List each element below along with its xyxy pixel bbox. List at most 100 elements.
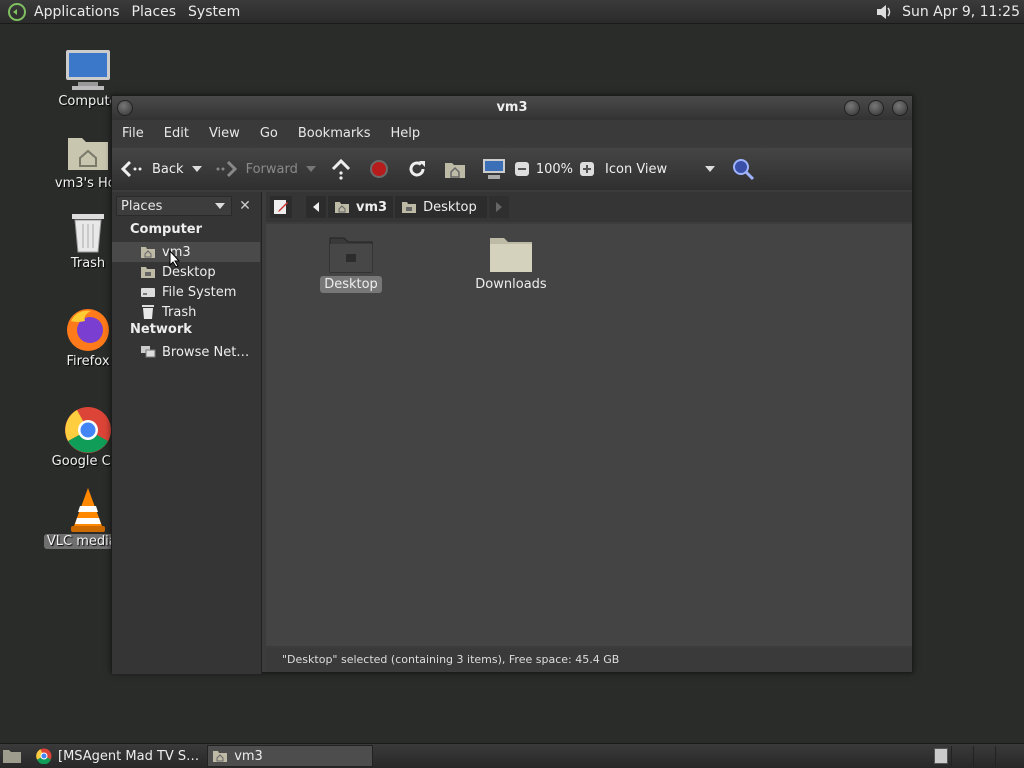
breadcrumb-desktop[interactable]: Desktop <box>395 196 487 218</box>
file-item-desktop[interactable]: Desktop <box>306 234 396 293</box>
sidebar-item-file-system[interactable]: File System <box>112 282 260 302</box>
sidebar-item-label: Trash <box>162 304 197 320</box>
desktop-folder-icon <box>401 200 417 214</box>
workspace-2[interactable] <box>952 746 974 766</box>
toolbar: Back Forward 100% Icon View <box>112 148 912 190</box>
file-item-label: Desktop <box>320 276 382 293</box>
sidebar-item-label: File System <box>162 284 237 300</box>
drive-icon <box>140 284 156 300</box>
chrome-icon <box>64 406 112 454</box>
view-mode-select[interactable]: Icon View <box>605 154 716 184</box>
workspace-1[interactable] <box>930 746 952 766</box>
zoom-out-button[interactable] <box>514 154 530 184</box>
menu-edit[interactable]: Edit <box>154 126 199 141</box>
file-item-downloads[interactable]: Downloads <box>466 234 556 293</box>
menu-go[interactable]: Go <box>250 126 288 141</box>
breadcrumb-label: Desktop <box>423 199 477 215</box>
side-section-network: Network <box>130 322 192 337</box>
desktop-folder-icon <box>306 234 396 274</box>
menu-view[interactable]: View <box>199 126 250 141</box>
taskbar-item-label: vm3 <box>234 748 263 764</box>
zoom-out-icon <box>514 161 530 177</box>
workspace-4[interactable] <box>996 746 1018 766</box>
taskbar-item-label: [MSAgent Mad TV S… <box>58 748 200 764</box>
menu-bookmarks[interactable]: Bookmarks <box>288 126 381 141</box>
sidebar-item-label: Browse Net… <box>162 344 250 360</box>
edit-icon <box>273 199 289 215</box>
file-item-label: Downloads <box>475 277 547 292</box>
file-view[interactable]: Desktop Downloads <box>266 224 912 646</box>
zoom-in-icon <box>579 161 595 177</box>
computer-icon <box>482 158 506 180</box>
system-menu[interactable]: System <box>188 4 240 20</box>
window-title: vm3 <box>496 100 528 115</box>
top-panel: Applications Places System Sun Apr 9, 11… <box>0 0 1024 24</box>
sidebar-item-trash[interactable]: Trash <box>112 302 260 322</box>
view-mode-label: Icon View <box>605 161 668 177</box>
desktop-folder-icon <box>140 264 156 280</box>
breadcrumb-scroll-right[interactable] <box>488 196 509 218</box>
speaker-icon[interactable] <box>874 2 894 22</box>
computer-button[interactable] <box>482 154 506 184</box>
mouse-pointer-icon <box>169 249 181 272</box>
firefox-icon <box>64 306 112 354</box>
home-button[interactable] <box>444 154 466 184</box>
sidebar-item-desktop[interactable]: Desktop <box>112 262 260 282</box>
zoom-level: 100% <box>535 161 574 177</box>
sidebar-item-browse-network[interactable]: Browse Net… <box>112 342 260 362</box>
trash-icon <box>64 208 112 256</box>
trash-icon <box>140 304 156 320</box>
file-manager-window: vm3 File Edit View Go Bookmarks Help Bac… <box>111 95 913 674</box>
applications-menu[interactable]: Applications <box>34 4 120 20</box>
breadcrumb-label: vm3 <box>356 199 388 215</box>
home-folder-icon <box>212 749 228 763</box>
computer-icon <box>64 46 112 94</box>
side-pane-selector-label: Places <box>121 198 163 214</box>
workspace-3[interactable] <box>974 746 996 766</box>
close-button[interactable] <box>892 100 908 116</box>
taskbar-item-chrome[interactable]: [MSAgent Mad TV S… <box>32 745 203 767</box>
reload-icon <box>406 158 428 180</box>
chevron-right-icon <box>495 202 503 212</box>
window-titlebar[interactable]: vm3 <box>112 96 912 120</box>
close-side-pane-button[interactable]: ✕ <box>235 196 255 216</box>
menu-help[interactable]: Help <box>380 126 430 141</box>
breadcrumb-vm3[interactable]: vm3 <box>328 196 394 218</box>
minimize-button[interactable] <box>844 100 860 116</box>
reload-button[interactable] <box>406 154 428 184</box>
forward-history-dropdown[interactable] <box>305 166 316 172</box>
arrow-up-icon <box>330 158 352 180</box>
search-icon <box>731 157 755 181</box>
window-menu-button[interactable] <box>117 100 133 116</box>
home-folder-icon <box>64 128 112 176</box>
back-history-dropdown[interactable] <box>191 166 202 172</box>
maximize-button[interactable] <box>868 100 884 116</box>
location-bar: vm3 Desktop <box>266 192 912 222</box>
back-label: Back <box>152 161 184 177</box>
forward-button[interactable]: Forward <box>214 154 316 184</box>
up-button[interactable] <box>330 154 352 184</box>
bottom-panel: [MSAgent Mad TV S… vm3 <box>0 743 1024 768</box>
toggle-location-entry-button[interactable] <box>270 196 292 218</box>
menu-file[interactable]: File <box>112 126 154 141</box>
home-folder-icon <box>334 200 350 214</box>
arrow-left-icon <box>120 159 144 179</box>
show-desktop-button[interactable] <box>2 748 22 764</box>
taskbar-item-vm3[interactable]: vm3 <box>207 745 374 767</box>
folder-icon <box>466 234 556 274</box>
sidebar-item-vm3[interactable]: vm3 <box>112 242 260 262</box>
search-button[interactable] <box>731 154 755 184</box>
clock[interactable]: Sun Apr 9, 11:25 <box>902 4 1020 20</box>
breadcrumb-scroll-left[interactable] <box>306 196 326 218</box>
places-menu[interactable]: Places <box>132 4 177 20</box>
zoom-in-button[interactable] <box>579 154 595 184</box>
network-icon <box>140 344 156 360</box>
arrow-right-icon <box>214 159 238 179</box>
home-folder-icon <box>140 244 156 260</box>
chevron-left-icon <box>312 202 320 212</box>
back-button[interactable]: Back <box>120 154 202 184</box>
workspace-switcher[interactable] <box>930 746 1020 766</box>
distro-logo-icon[interactable] <box>6 1 28 23</box>
stop-button[interactable] <box>368 154 390 184</box>
side-pane-selector[interactable]: Places <box>116 196 232 216</box>
